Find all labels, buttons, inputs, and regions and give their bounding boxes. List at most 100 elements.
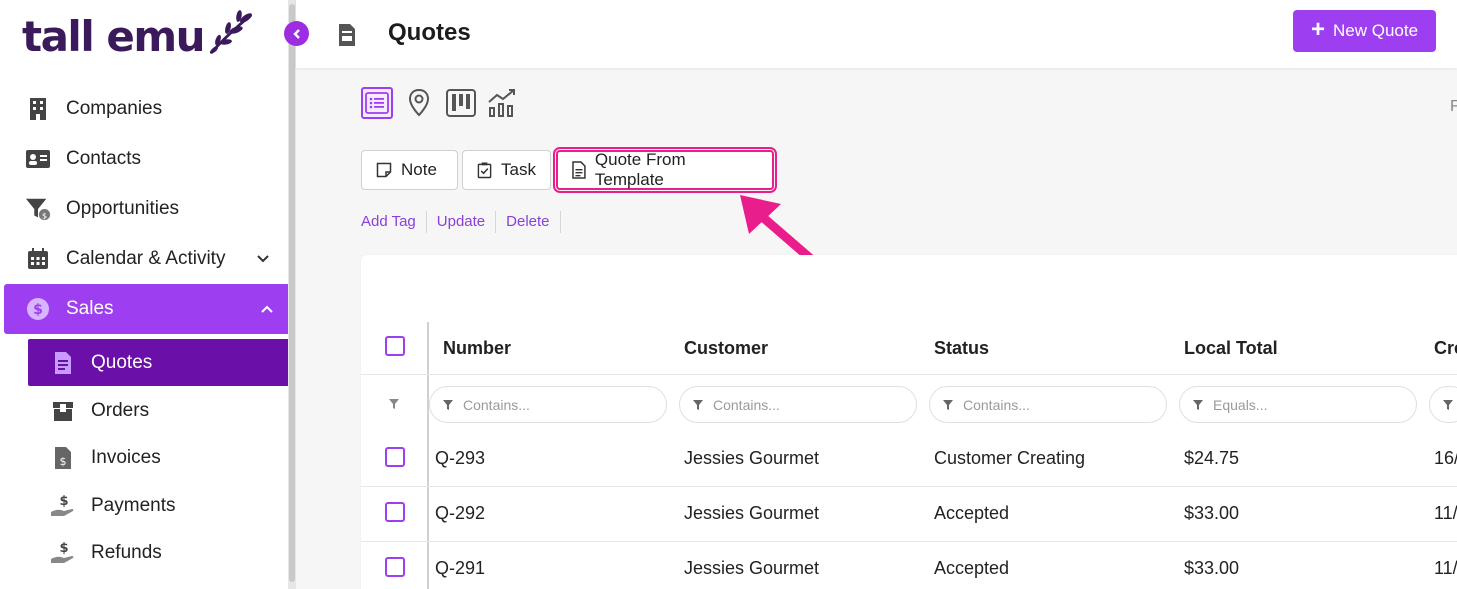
filter-icon xyxy=(1443,399,1453,410)
column-header-local-total[interactable]: Local Total xyxy=(1184,338,1278,359)
map-view-button[interactable] xyxy=(403,87,435,119)
bulk-action-links: Add Tag Update Delete xyxy=(361,211,561,233)
cell-created: 11/ xyxy=(1434,503,1457,523)
task-button[interactable]: Task xyxy=(462,150,551,190)
sidebar-item-label: Refunds xyxy=(91,541,162,563)
column-header-created[interactable]: Cre xyxy=(1434,338,1457,359)
cell-number[interactable]: Q-292 xyxy=(435,503,485,524)
filter-icon xyxy=(443,399,453,410)
sidebar-item-label: Contacts xyxy=(66,148,141,169)
quote-doc-icon xyxy=(50,350,76,376)
page-header: Quotes + New Quote xyxy=(296,0,1457,68)
sidebar: tall emu Companies Contacts $ Opportunit… xyxy=(0,0,296,589)
sidebar-item-sales[interactable]: $ Sales xyxy=(4,284,292,334)
truncated-label: F xyxy=(1450,98,1457,115)
status-filter-input[interactable]: Contains... xyxy=(929,386,1167,423)
sidebar-item-label: Companies xyxy=(66,98,163,119)
dollar-circle-icon: $ xyxy=(25,296,51,322)
filter-icon xyxy=(943,399,953,410)
sidebar-item-opportunities[interactable]: $ Opportunities xyxy=(0,184,288,234)
sidebar-item-label: Quotes xyxy=(91,351,153,373)
sidebar-item-invoices[interactable]: $ Invoices xyxy=(28,434,292,481)
id-card-icon xyxy=(25,146,51,172)
svg-text:$: $ xyxy=(59,541,68,556)
cell-customer[interactable]: Jessies Gourmet xyxy=(684,558,819,579)
sidebar-item-quotes[interactable]: Quotes xyxy=(28,339,292,386)
page-title: Quotes xyxy=(388,19,471,46)
scrollbar-thumb[interactable] xyxy=(289,4,295,582)
sidebar-item-label: Invoices xyxy=(91,446,161,468)
clipboard-check-icon xyxy=(477,162,492,179)
box-icon xyxy=(50,398,76,424)
column-header-customer[interactable]: Customer xyxy=(684,338,768,359)
column-header-status[interactable]: Status xyxy=(934,338,989,359)
sidebar-item-companies[interactable]: Companies xyxy=(0,84,288,134)
column-divider xyxy=(427,322,429,589)
note-label: Note xyxy=(401,160,437,179)
task-label: Task xyxy=(501,160,536,179)
building-icon xyxy=(25,96,51,122)
sidebar-item-orders[interactable]: Orders xyxy=(28,387,292,434)
add-tag-link[interactable]: Add Tag xyxy=(361,211,427,233)
sidebar-item-payments[interactable]: $ Payments xyxy=(28,482,292,529)
note-icon xyxy=(376,162,392,178)
sidebar-item-label: Calendar & Activity xyxy=(66,248,226,269)
sidebar-item-contacts[interactable]: Contacts xyxy=(0,134,288,184)
sidebar-item-label: Orders xyxy=(91,399,150,421)
cell-status: Accepted xyxy=(934,558,1010,578)
update-link[interactable]: Update xyxy=(427,211,497,233)
row-checkbox[interactable] xyxy=(385,447,405,467)
kanban-icon xyxy=(446,89,476,117)
funnel-dollar-icon: $ xyxy=(25,196,51,222)
quote-doc-icon xyxy=(338,23,356,52)
note-button[interactable]: Note xyxy=(361,150,458,190)
row-divider xyxy=(361,486,1457,487)
total-filter-input[interactable]: Equals... xyxy=(1179,386,1417,423)
sidebar-item-label: Opportunities xyxy=(66,198,180,219)
sidebar-item-label: Payments xyxy=(91,494,176,516)
cell-customer[interactable]: Jessies Gourmet xyxy=(684,503,819,524)
map-pin-icon xyxy=(408,88,430,117)
svg-text:$: $ xyxy=(60,455,67,468)
sidebar-item-calendar[interactable]: Calendar & Activity xyxy=(0,234,288,284)
svg-text:$: $ xyxy=(33,302,43,318)
quote-from-template-button[interactable]: Quote From Template xyxy=(553,147,777,193)
number-filter-input[interactable]: Contains... xyxy=(429,386,667,423)
chevron-up-icon[interactable] xyxy=(260,300,274,318)
sidebar-item-label: Sales xyxy=(66,298,114,319)
cell-customer[interactable]: Jessies Gourmet xyxy=(684,448,819,469)
new-quote-label: New Quote xyxy=(1332,21,1419,40)
quote-from-template-label: Quote From Template xyxy=(594,150,686,189)
list-view-icon xyxy=(365,92,389,114)
chevron-left-icon xyxy=(292,28,300,39)
chevron-down-icon[interactable] xyxy=(256,250,270,268)
chart-view-button[interactable] xyxy=(487,87,519,119)
customer-filter-input[interactable]: Contains... xyxy=(679,386,917,423)
invoice-icon: $ xyxy=(50,445,76,471)
cell-number[interactable]: Q-291 xyxy=(435,558,485,579)
collapse-sidebar-button[interactable] xyxy=(284,21,309,46)
calendar-icon xyxy=(25,246,51,272)
sidebar-scrollbar[interactable] xyxy=(288,0,296,589)
hand-dollar-icon: $ xyxy=(50,493,76,519)
cell-total: $24.75 xyxy=(1184,448,1240,468)
row-checkbox[interactable] xyxy=(385,502,405,522)
cell-number[interactable]: Q-293 xyxy=(435,448,485,469)
leaf-logo-icon xyxy=(209,10,252,54)
svg-text:$: $ xyxy=(59,494,68,509)
column-header-number[interactable]: Number xyxy=(443,338,511,359)
select-all-checkbox[interactable] xyxy=(385,336,405,356)
delete-link[interactable]: Delete xyxy=(496,211,561,233)
sidebar-item-refunds[interactable]: $ Refunds xyxy=(28,529,292,576)
filter-icon xyxy=(389,399,399,409)
row-checkbox[interactable] xyxy=(385,557,405,577)
new-quote-button[interactable]: + New Quote xyxy=(1293,10,1436,52)
filter-icon xyxy=(1193,399,1203,410)
cell-total: $33.00 xyxy=(1184,503,1240,523)
cell-created: 16/ xyxy=(1434,448,1457,468)
hand-dollar-icon: $ xyxy=(50,540,76,566)
tallemu-logo[interactable]: tall emu xyxy=(22,8,256,64)
list-view-button[interactable] xyxy=(361,87,393,119)
divider xyxy=(361,374,1457,375)
kanban-view-button[interactable] xyxy=(445,87,477,119)
